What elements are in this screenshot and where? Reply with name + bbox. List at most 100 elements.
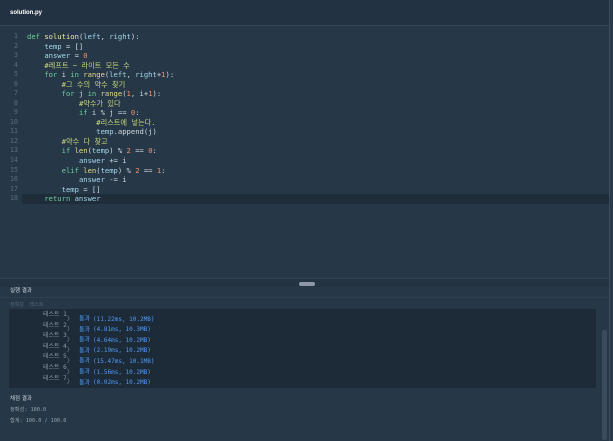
code-token: elif [61, 165, 79, 175]
code-token: j [74, 89, 88, 99]
code-line[interactable]: 12 #약수 다 찾고 [0, 137, 609, 147]
code-line[interactable]: 3 answer = 0 [0, 51, 609, 61]
test-case-label: 테스트 1 [43, 311, 67, 318]
code-text[interactable]: #그 수의 약수 찾기 [27, 79, 126, 90]
code-text[interactable]: #리스트에 넣는다. [27, 117, 156, 128]
code-text[interactable]: #약수 다 찾고 [27, 137, 108, 147]
code-editor[interactable]: 1 def solution(left, right): 2 temp = [] 3 … [0, 26, 609, 278]
code-line[interactable]: 4 #레프트 ~ 라이트 모든 수 [0, 61, 609, 71]
code-token: = [70, 51, 84, 61]
code-line[interactable]: 1 def solution(left, right): [0, 32, 609, 42]
code-line[interactable]: 7 for j in range(1, i+1): [0, 89, 609, 99]
code-line[interactable]: 2 temp = [] [0, 42, 609, 52]
code-text[interactable]: def solution(left, right): [27, 32, 140, 42]
test-case-label: 테스트 7 [43, 374, 67, 382]
code-token: temp [91, 146, 110, 156]
line-number: 16 [9, 175, 18, 184]
code-line[interactable]: 13 if len(temp) % 2 == 0: [0, 146, 609, 156]
code-line[interactable]: 18 return answer [0, 194, 609, 204]
line-number: 13 [9, 146, 18, 155]
output-scrollbar[interactable] [602, 330, 607, 440]
window-right-edge [609, 0, 613, 441]
code-text[interactable]: if i % j == 0: [27, 108, 140, 118]
code-line[interactable]: 6 #그 수의 약수 찾기 [0, 80, 609, 90]
code-token: answer [74, 194, 101, 204]
line-number: 7 [13, 89, 18, 98]
code-token: solution [44, 32, 79, 42]
code-text[interactable]: #레프트 ~ 라이트 모든 수 [27, 60, 130, 71]
accuracy-score: 정확성: 100.0 [10, 407, 47, 413]
code-line[interactable]: 5 for i in range(left, right+1): [0, 70, 609, 80]
code-token: #레프트 ~ 라이트 모든 수 [44, 60, 130, 70]
code-text[interactable]: temp = [] [27, 42, 83, 52]
total-score: 합계: 100.0 / 100.0 [10, 418, 67, 424]
code-text[interactable]: for j in range(1, i+1): [27, 89, 162, 99]
code-token: right [109, 32, 131, 42]
test-case-label: 테스트 5 [43, 353, 67, 361]
code-token: #약수가 있다 [78, 98, 121, 108]
line-number: 9 [13, 108, 18, 117]
line-number: 3 [13, 51, 18, 60]
code-token: for [44, 70, 58, 80]
summary-title: 채점 결과 [10, 396, 32, 402]
test-result-row: 테스트 4〉 통과 (2.19ms, 10.2MB) [9, 342, 596, 355]
code-text[interactable]: answer += i [27, 156, 127, 166]
code-text[interactable]: if len(temp) % 2 == 0: [27, 146, 157, 156]
test-result-row: 테스트 5〉 통과 (15.47ms, 10.1MB) [9, 352, 596, 365]
code-line[interactable]: 11 temp.append(j) [0, 127, 609, 137]
code-token: ): [152, 89, 162, 99]
code-text[interactable]: answer -= i [27, 175, 127, 185]
code-lines[interactable]: 1 def solution(left, right): 2 temp = [] 3 … [0, 32, 609, 204]
panel-splitter[interactable] [0, 278, 609, 287]
code-text[interactable]: temp.append(j) [27, 127, 157, 137]
code-token: #그 수의 약수 찾기 [61, 79, 126, 89]
code-token: == [130, 146, 149, 156]
code-text[interactable]: #약수가 있다 [27, 99, 121, 109]
code-text[interactable]: for i in range(left, right+1): [27, 70, 174, 80]
test-results-box: 테스트 1〉 통과 (11.22ms, 10.2MB) 테스트 2〉 통과 (4.81ms… [9, 309, 596, 388]
splitter-handle[interactable] [299, 282, 315, 286]
test-metrics: (0.02ms, 10.2MB) [93, 379, 151, 387]
code-text[interactable]: elif len(temp) % 2 == 1: [27, 166, 166, 176]
test-case-label: 테스트 6 [43, 363, 67, 371]
file-tab-solution-py[interactable]: solution.py [10, 9, 42, 17]
test-case-label: 테스트 2 [43, 321, 67, 329]
code-line[interactable]: 14 answer += i [0, 156, 609, 166]
output-panel: 실행 결과 정확성 테스트 테스트 1〉 통과 (11.22ms, 10.2MB) 테… [0, 287, 609, 441]
code-token: #약수 다 찾고 [61, 136, 108, 146]
code-token: range [100, 89, 123, 99]
code-token: def [27, 32, 40, 42]
code-token: return [44, 194, 71, 204]
code-token: , [126, 70, 136, 80]
code-text[interactable]: answer = 0 [27, 51, 87, 61]
line-number: 11 [9, 127, 18, 136]
code-token: = [] [78, 184, 101, 194]
code-token: temp [44, 41, 62, 51]
line-number: 10 [9, 117, 18, 126]
line-number: 2 [13, 41, 18, 50]
pass-status: 통과 [79, 379, 91, 387]
code-line[interactable]: 16 answer -= i [0, 175, 609, 185]
code-token: : [161, 165, 166, 175]
code-text[interactable]: return answer [27, 194, 101, 204]
code-token: temp [100, 165, 118, 175]
code-line[interactable]: 17 temp = [] [0, 185, 609, 195]
code-line[interactable]: 15 elif len(temp) % 2 == 1: [0, 166, 609, 176]
code-token: left [83, 32, 101, 42]
code-token: , i+ [130, 89, 149, 99]
code-line[interactable]: 9 if i % j == 0: [0, 108, 609, 118]
code-line[interactable]: 8 #약수가 있다 [0, 99, 609, 109]
code-text[interactable]: temp = [] [27, 185, 101, 195]
code-line[interactable]: 10 #리스트에 넣는다. [0, 118, 609, 128]
code-token: #리스트에 넣는다. [96, 117, 156, 127]
